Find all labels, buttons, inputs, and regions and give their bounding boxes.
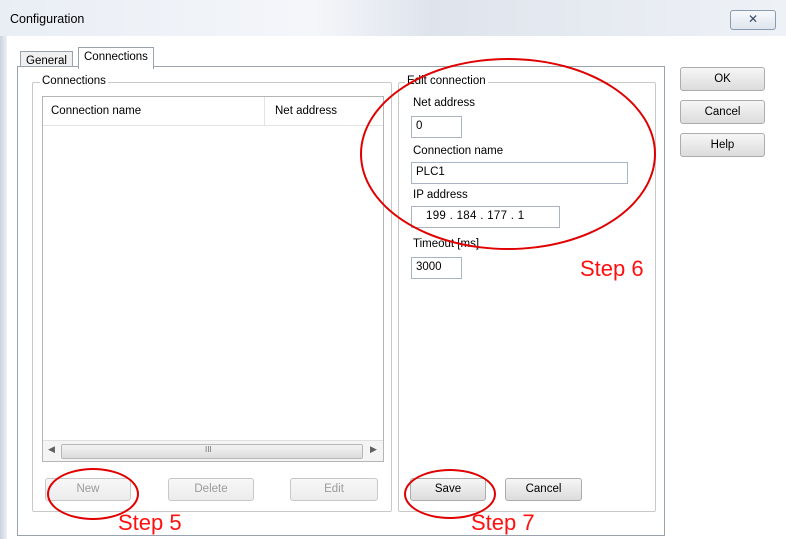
scroll-thumb[interactable]: III [61,444,363,459]
annotation-step5: Step 5 [118,510,182,535]
scroll-grip: III [205,445,212,454]
timeout-input[interactable]: 3000 [411,257,462,279]
list-header: Connection name Net address [43,97,383,126]
dialog-cancel-button[interactable]: Cancel [680,100,765,124]
window-border [0,36,7,539]
annotation-step6: Step 6 [580,256,644,281]
connections-list[interactable]: Connection name Net address ◀ III ▶ [42,96,384,462]
column-header-connection-name[interactable]: Connection name [51,105,141,117]
connections-group-title: Connections [40,75,108,87]
title-bar [0,0,786,36]
scroll-right-icon[interactable]: ▶ [370,444,377,455]
column-header-net-address[interactable]: Net address [275,105,337,117]
edit-cancel-button[interactable]: Cancel [505,478,582,501]
annotation-circle-step6 [360,58,656,250]
tab-connections[interactable]: Connections [78,47,154,69]
annotation-step7: Step 7 [471,510,535,535]
ok-button[interactable]: OK [680,67,765,91]
horizontal-scrollbar[interactable]: ◀ III ▶ [43,440,383,461]
close-icon: ✕ [747,12,759,26]
help-button[interactable]: Help [680,133,765,157]
edit-button[interactable]: Edit [290,478,378,501]
delete-button[interactable]: Delete [168,478,254,501]
close-button[interactable]: ✕ [730,10,776,30]
scroll-left-icon[interactable]: ◀ [48,444,55,455]
window-title: Configuration [10,12,85,26]
column-divider[interactable] [264,97,265,125]
